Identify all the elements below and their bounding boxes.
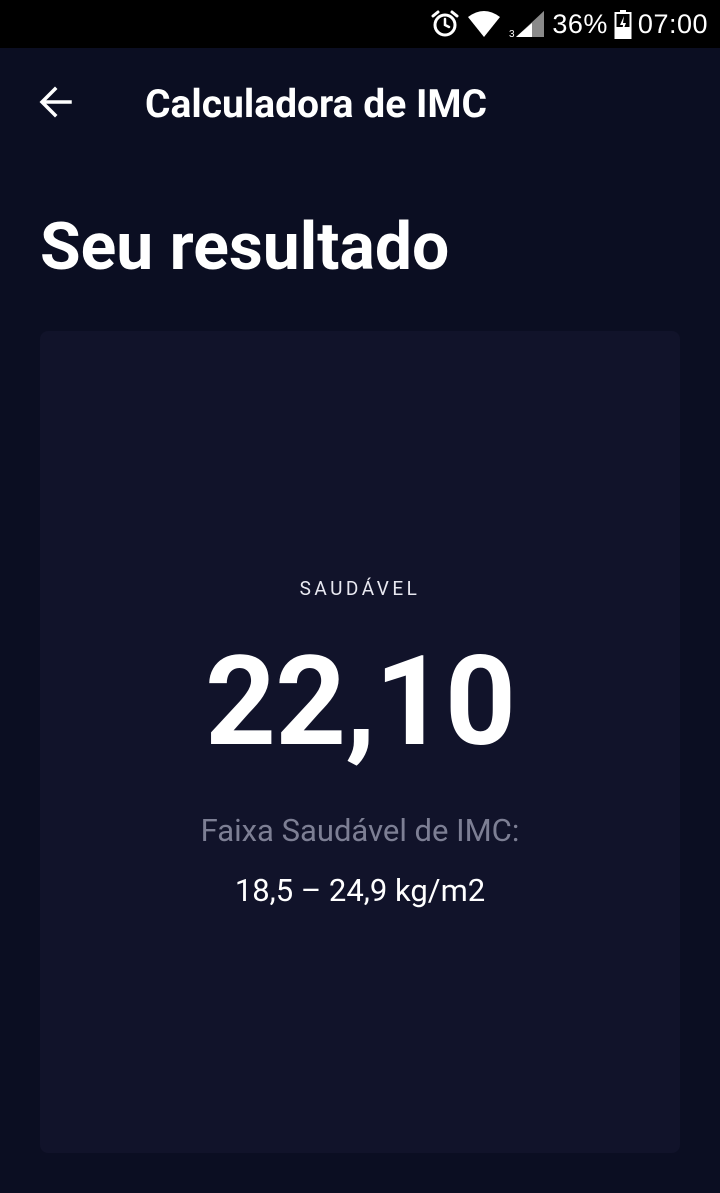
back-button[interactable] bbox=[24, 72, 88, 136]
alarm-icon bbox=[430, 9, 460, 39]
svg-text:3: 3 bbox=[509, 29, 515, 39]
app-toolbar: Calculadora de IMC bbox=[0, 48, 720, 160]
healthy-range-value: 18,5 – 24,9 kg/m2 bbox=[234, 872, 486, 909]
arrow-left-icon bbox=[38, 84, 74, 124]
battery-icon bbox=[614, 9, 632, 39]
status-bar: 3 36% 07:00 bbox=[0, 0, 720, 48]
page-title: Seu resultado bbox=[40, 209, 450, 286]
result-card: SAUDÁVEL 22,10 Faixa Saudável de IMC: 18… bbox=[40, 331, 680, 1153]
healthy-range-label: Faixa Saudável de IMC: bbox=[200, 812, 520, 849]
bmi-value: 22,10 bbox=[204, 630, 516, 775]
clock: 07:00 bbox=[637, 8, 708, 39]
wifi-icon bbox=[466, 9, 502, 39]
status-icons: 3 36% 07:00 bbox=[430, 0, 708, 48]
cell-signal-icon: 3 bbox=[508, 9, 546, 39]
toolbar-title: Calculadora de IMC bbox=[145, 81, 488, 127]
battery-percent: 36% bbox=[552, 8, 608, 39]
bmi-category-label: SAUDÁVEL bbox=[299, 577, 421, 600]
